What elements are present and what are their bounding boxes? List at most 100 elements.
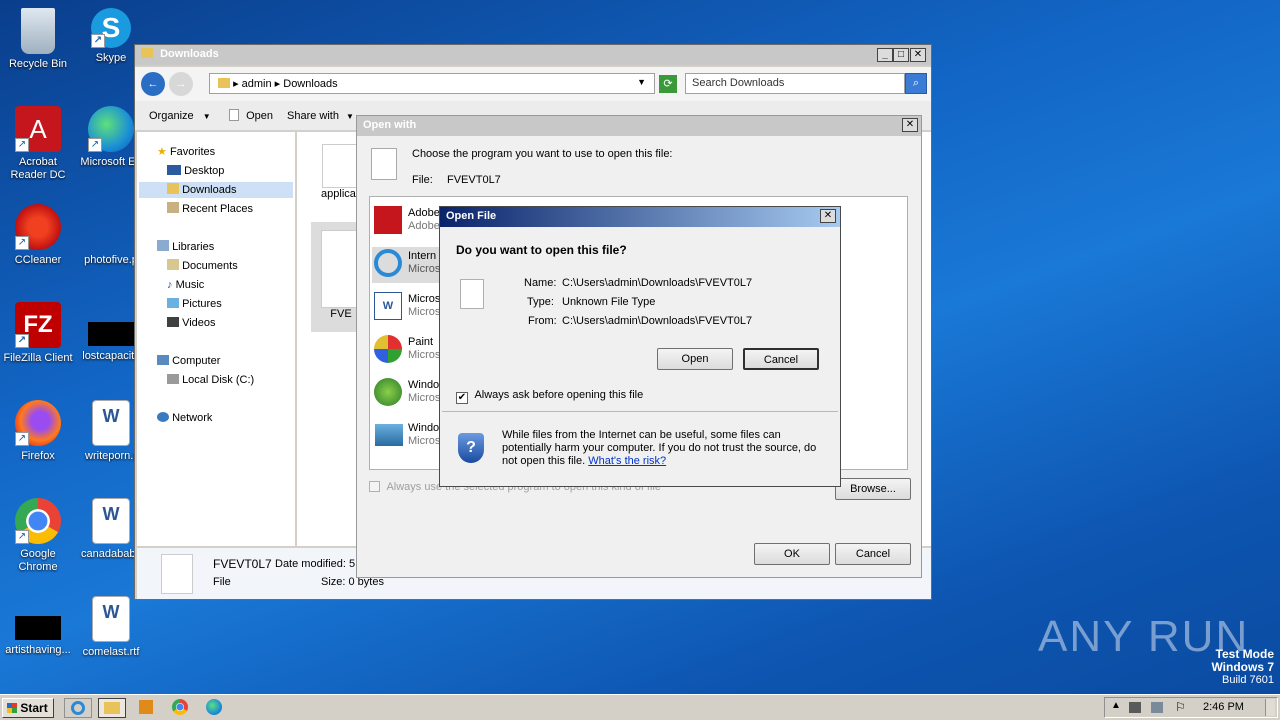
back-button[interactable]: ← — [141, 72, 165, 96]
open-button[interactable]: Open — [657, 348, 733, 370]
desktop-icon-acrobat[interactable]: A ↗ Acrobat Reader DC — [0, 106, 76, 182]
show-desktop-button[interactable] — [1265, 699, 1275, 716]
nav-desktop[interactable]: Desktop — [167, 163, 224, 179]
nav-pictures[interactable]: Pictures — [167, 296, 222, 312]
breadcrumb-admin[interactable]: admin — [242, 78, 272, 90]
show-hidden-icons[interactable]: ▲ — [1111, 700, 1121, 711]
forward-button[interactable]: → — [169, 72, 193, 96]
close-button[interactable]: ✕ — [820, 209, 836, 223]
cancel-button[interactable]: Cancel — [835, 543, 911, 565]
desktop-icon-filezilla[interactable]: FZ ↗ FileZilla Client — [0, 302, 76, 365]
search-input[interactable]: Search Downloads — [685, 73, 905, 94]
details-file-type: File — [213, 576, 231, 588]
from-label: From: — [528, 315, 557, 327]
program-publisher: Micros — [408, 435, 441, 447]
nav-downloads[interactable]: Downloads — [139, 182, 293, 198]
start-label: Start — [20, 701, 48, 715]
music-icon: ♪ — [167, 279, 173, 291]
open-file-titlebar: Open File ✕ — [440, 207, 840, 227]
local-disk-label: Local Disk (C:) — [182, 374, 255, 386]
nav-music[interactable]: ♪ Music — [167, 277, 204, 293]
desktop-icon-ccleaner[interactable]: ↗ CCleaner — [0, 204, 76, 267]
open-menu[interactable]: Open — [229, 103, 273, 129]
libraries-icon — [157, 240, 169, 251]
shield-icon: ? — [458, 433, 484, 463]
downloads-folder-icon — [167, 183, 179, 194]
whats-the-risk-link[interactable]: What's the risk? — [588, 455, 666, 467]
desktop-icon-comelast[interactable]: W comelast.rtf — [73, 596, 149, 659]
start-button[interactable]: Start — [2, 698, 54, 718]
close-button[interactable]: ✕ — [902, 118, 918, 132]
cancel-button[interactable]: Cancel — [743, 348, 819, 370]
address-bar[interactable]: ▸ admin ▸ Downloads ▼ — [209, 73, 655, 94]
program-publisher: Micros — [408, 392, 441, 404]
program-publisher: Adobe — [408, 220, 440, 232]
desktop-icon-label: comelast.rtf — [82, 646, 140, 658]
checkbox-box — [369, 481, 380, 492]
desktop-icon-recycle-bin[interactable]: Recycle Bin — [0, 8, 76, 71]
always-ask-checkbox[interactable]: ✔ Always ask before opening this file — [456, 389, 643, 404]
maximize-button[interactable]: □ — [893, 48, 909, 62]
details-date-modified: Date modified: 5 — [275, 558, 356, 570]
breadcrumb-separator: ▸ — [233, 78, 242, 90]
share-with-label: Share with — [287, 110, 339, 122]
chevron-down-icon[interactable]: ▼ — [637, 77, 646, 87]
network-icon[interactable] — [1151, 702, 1163, 713]
documents-icon — [167, 259, 179, 270]
checkmark-icon: ✔ — [456, 392, 468, 404]
refresh-button[interactable]: ⟳ — [659, 75, 677, 93]
nav-videos[interactable]: Videos — [167, 315, 216, 331]
unknown-file-icon — [460, 279, 484, 309]
ok-button[interactable]: OK — [754, 543, 830, 565]
program-name: Adobe — [408, 207, 440, 219]
program-publisher: Micros — [408, 306, 441, 318]
taskbar-media-player-button[interactable] — [132, 698, 160, 718]
desktop-icon-firefox[interactable]: ↗ Firefox — [0, 400, 76, 463]
favorites-node[interactable]: ★ Favorites — [157, 144, 215, 160]
skype-icon: S ↗ — [91, 8, 131, 48]
media-player-icon — [139, 700, 153, 714]
action-center-flag-icon[interactable]: ⚐ — [1175, 700, 1186, 714]
clock[interactable]: 2:46 PM — [1203, 701, 1244, 713]
chrome-icon: ↗ — [15, 498, 61, 544]
tray-app-icon[interactable] — [1129, 702, 1141, 713]
drive-icon — [167, 374, 179, 384]
nav-documents[interactable]: Documents — [167, 258, 238, 274]
ccleaner-icon: ↗ — [15, 204, 61, 250]
organize-label: Organize — [149, 110, 194, 122]
close-button[interactable]: ✕ — [910, 48, 926, 62]
organize-menu[interactable]: Organize ▼ — [149, 103, 211, 129]
chevron-down-icon: ▼ — [346, 112, 354, 121]
internet-explorer-icon — [374, 249, 402, 277]
desktop-icon-label: Firefox — [21, 450, 55, 462]
desktop-icon-label: Acrobat Reader DC — [10, 156, 66, 181]
taskbar-chrome-button[interactable] — [166, 698, 194, 718]
taskbar-ie-button[interactable] — [64, 698, 92, 718]
breadcrumb-downloads[interactable]: Downloads — [283, 78, 337, 90]
name-value: C:\Users\admin\Downloads\FVEVT0L7 — [562, 277, 753, 289]
taskbar-edge-button[interactable] — [200, 698, 228, 718]
desktop-icon-artisthaving[interactable]: artisthaving... — [0, 596, 76, 657]
search-icon: ⌕ — [912, 77, 920, 89]
computer-node[interactable]: Computer — [157, 353, 220, 369]
browse-button[interactable]: Browse... — [835, 478, 911, 500]
search-button[interactable]: ⌕ — [905, 73, 927, 94]
star-icon: ★ — [157, 146, 167, 158]
network-node[interactable]: Network — [157, 410, 212, 426]
from-value: C:\Users\admin\Downloads\FVEVT0L7 — [562, 315, 753, 327]
desktop-icon-chrome[interactable]: ↗ Google Chrome — [0, 498, 76, 574]
share-with-menu[interactable]: Share with ▼ — [287, 103, 354, 129]
file-name-value: FVEVT0L7 — [447, 174, 501, 186]
libraries-label: Libraries — [172, 241, 215, 253]
videos-icon — [167, 317, 179, 327]
libraries-node[interactable]: Libraries — [157, 239, 214, 255]
nav-local-disk[interactable]: Local Disk (C:) — [167, 372, 254, 388]
minimize-button[interactable]: _ — [877, 48, 893, 62]
taskbar-explorer-button[interactable] — [98, 698, 126, 718]
program-name: Paint — [408, 336, 434, 348]
word-icon: W — [374, 292, 402, 320]
nav-recent-places[interactable]: Recent Places — [167, 201, 253, 217]
name-label: Name: — [524, 277, 557, 289]
folder-icon — [218, 78, 230, 88]
recent-places-label: Recent Places — [182, 203, 253, 215]
